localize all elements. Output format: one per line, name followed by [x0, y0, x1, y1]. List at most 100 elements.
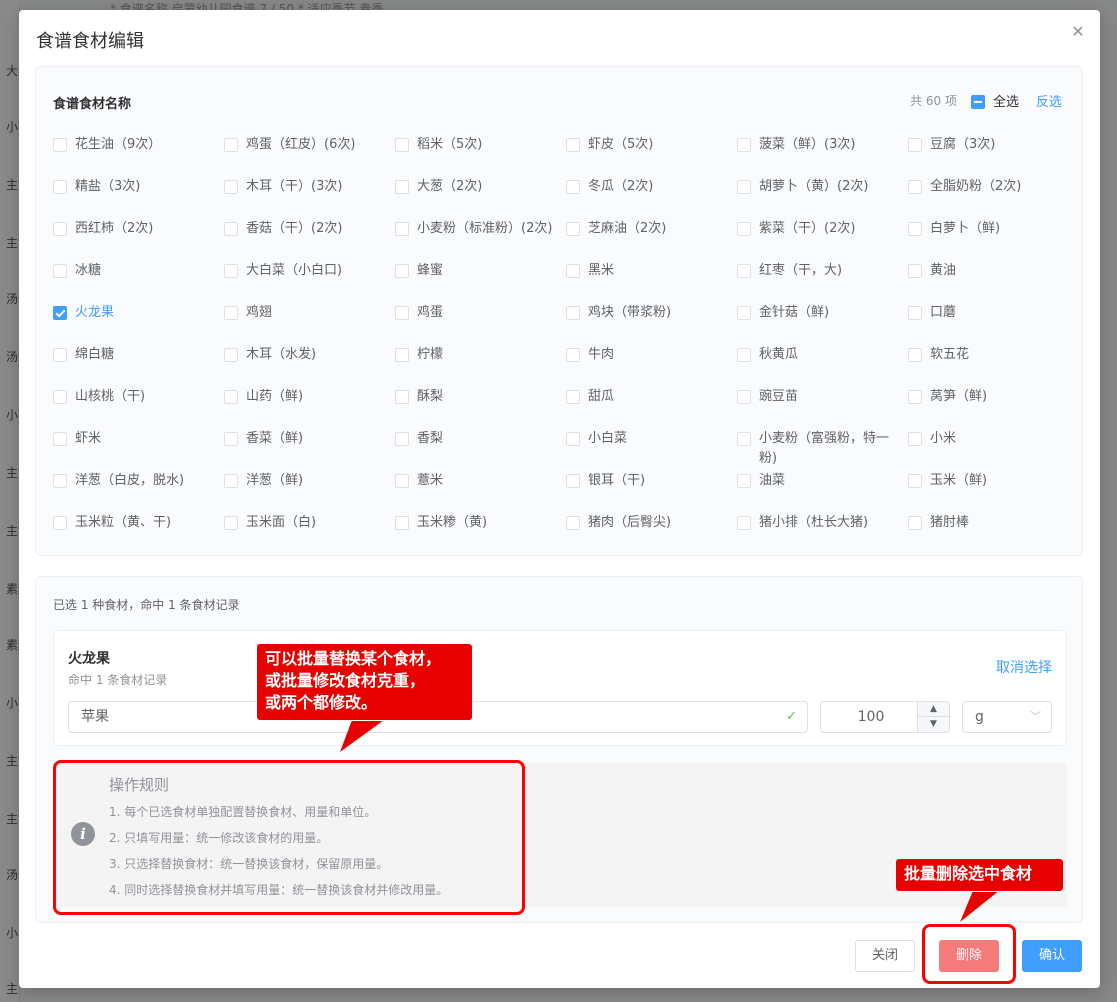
ingredient-checkbox-item[interactable]: 猪小排（杜长大猪)	[737, 513, 902, 533]
checkbox-icon[interactable]	[224, 390, 238, 404]
ingredient-checkbox-item[interactable]: 薏米	[395, 471, 560, 491]
ingredient-checkbox-item[interactable]: 口蘑	[908, 303, 1073, 323]
ingredient-checkbox-item[interactable]: 香菇（干）(2次)	[224, 219, 389, 239]
invert-selection-link[interactable]: 反选	[1036, 91, 1062, 110]
checkbox-icon[interactable]	[737, 180, 751, 194]
close-button[interactable]: 关闭	[855, 940, 915, 972]
checkbox-icon[interactable]	[566, 306, 580, 320]
checkbox-icon[interactable]	[908, 432, 922, 446]
ingredient-checkbox-item[interactable]: 黑米	[566, 261, 731, 281]
unit-select[interactable]: g ﹀	[962, 701, 1052, 733]
checkbox-icon[interactable]	[908, 138, 922, 152]
ingredient-checkbox-item[interactable]: 木耳（干）(3次)	[224, 177, 389, 197]
increase-icon[interactable]: ▲	[917, 702, 949, 717]
ingredient-checkbox-item[interactable]: 软五花	[908, 345, 1073, 365]
quantity-value[interactable]: 100	[821, 702, 921, 732]
checkbox-icon[interactable]	[395, 432, 409, 446]
ingredient-checkbox-item[interactable]: 小白菜	[566, 429, 731, 449]
checkbox-icon[interactable]	[224, 348, 238, 362]
checkbox-icon[interactable]	[224, 474, 238, 488]
ingredient-checkbox-item[interactable]: 白萝卜（鲜)	[908, 219, 1073, 239]
ingredient-checkbox-item[interactable]: 香梨	[395, 429, 560, 449]
checkbox-icon[interactable]	[53, 474, 67, 488]
ingredient-checkbox-item[interactable]: 银耳（干)	[566, 471, 731, 491]
ingredient-checkbox-item[interactable]: 柠檬	[395, 345, 560, 365]
checkbox-icon[interactable]	[908, 516, 922, 530]
ingredient-checkbox-item[interactable]: 木耳（水发)	[224, 345, 389, 365]
cancel-selection-link[interactable]: 取消选择	[996, 657, 1052, 677]
checkbox-icon[interactable]	[737, 432, 751, 446]
select-all-checkbox[interactable]: 全选	[970, 91, 1019, 110]
checkbox-icon[interactable]	[566, 222, 580, 236]
decrease-icon[interactable]: ▼	[917, 717, 949, 732]
checkbox-icon[interactable]	[566, 432, 580, 446]
quantity-stepper[interactable]: 100 ▲ ▼	[820, 701, 950, 733]
ingredient-checkbox-item[interactable]: 菠菜（鲜）(3次)	[737, 135, 902, 155]
checkbox-icon[interactable]	[395, 474, 409, 488]
ingredient-checkbox-item[interactable]: 玉米糁（黄)	[395, 513, 560, 533]
checkbox-icon[interactable]	[224, 306, 238, 320]
confirm-button[interactable]: 确认	[1022, 940, 1082, 972]
checkbox-icon[interactable]	[224, 264, 238, 278]
ingredient-checkbox-item[interactable]: 冰糖	[53, 261, 218, 281]
ingredient-checkbox-item[interactable]: 精盐（3次)	[53, 177, 218, 197]
checkbox-icon[interactable]	[737, 264, 751, 278]
checkbox-icon[interactable]	[395, 138, 409, 152]
checkbox-icon[interactable]	[53, 138, 67, 152]
checkbox-icon[interactable]	[908, 348, 922, 362]
checkbox-icon[interactable]	[908, 474, 922, 488]
ingredient-checkbox-item[interactable]: 猪肘棒	[908, 513, 1073, 533]
checkbox-icon[interactable]	[53, 390, 67, 404]
checkbox-icon[interactable]	[566, 348, 580, 362]
ingredient-checkbox-item[interactable]: 大白菜（小白口)	[224, 261, 389, 281]
ingredient-checkbox-item[interactable]: 黄油	[908, 261, 1073, 281]
checkbox-icon[interactable]	[53, 222, 67, 236]
ingredient-checkbox-item[interactable]: 芝麻油（2次)	[566, 219, 731, 239]
checkbox-icon[interactable]	[395, 222, 409, 236]
checkbox-icon[interactable]	[737, 348, 751, 362]
ingredient-checkbox-item[interactable]: 虾米	[53, 429, 218, 449]
ingredient-checkbox-item[interactable]: 山核桃（干)	[53, 387, 218, 407]
checkbox-icon[interactable]	[53, 264, 67, 278]
checkbox-icon[interactable]	[737, 138, 751, 152]
checkbox-icon[interactable]	[395, 348, 409, 362]
ingredient-checkbox-item[interactable]: 金针菇（鲜)	[737, 303, 902, 323]
checkbox-icon[interactable]	[908, 222, 922, 236]
ingredient-checkbox-item[interactable]: 小麦粉（富强粉，特一粉)	[737, 429, 902, 469]
ingredient-checkbox-item[interactable]: 大葱（2次)	[395, 177, 560, 197]
checkbox-icon[interactable]	[53, 348, 67, 362]
checkbox-icon[interactable]	[566, 390, 580, 404]
ingredient-checkbox-item[interactable]: 洋葱（白皮，脱水)	[53, 471, 218, 491]
ingredient-checkbox-item[interactable]: 豆腐（3次)	[908, 135, 1073, 155]
ingredient-checkbox-item[interactable]: 火龙果	[53, 303, 218, 323]
close-icon[interactable]: ✕	[1070, 24, 1086, 40]
ingredient-checkbox-item[interactable]: 洋葱（鲜)	[224, 471, 389, 491]
checkbox-icon[interactable]	[908, 306, 922, 320]
ingredient-checkbox-item[interactable]: 玉米（鲜)	[908, 471, 1073, 491]
ingredient-checkbox-item[interactable]: 小米	[908, 429, 1073, 449]
checked-checkbox-icon[interactable]	[53, 306, 67, 320]
ingredient-checkbox-item[interactable]: 冬瓜（2次)	[566, 177, 731, 197]
ingredient-checkbox-item[interactable]: 甜瓜	[566, 387, 731, 407]
checkbox-icon[interactable]	[395, 516, 409, 530]
ingredient-checkbox-item[interactable]: 红枣（干，大)	[737, 261, 902, 281]
checkbox-icon[interactable]	[53, 516, 67, 530]
ingredient-checkbox-item[interactable]: 山药（鲜)	[224, 387, 389, 407]
checkbox-icon[interactable]	[908, 180, 922, 194]
ingredient-checkbox-item[interactable]: 西红柿（2次)	[53, 219, 218, 239]
checkbox-icon[interactable]	[566, 138, 580, 152]
ingredient-checkbox-item[interactable]: 绵白糖	[53, 345, 218, 365]
ingredient-checkbox-item[interactable]: 虾皮（5次)	[566, 135, 731, 155]
ingredient-checkbox-item[interactable]: 油菜	[737, 471, 902, 491]
ingredient-checkbox-item[interactable]: 全脂奶粉（2次)	[908, 177, 1073, 197]
checkbox-icon[interactable]	[53, 180, 67, 194]
ingredient-checkbox-item[interactable]: 猪肉（后臀尖)	[566, 513, 731, 533]
ingredient-checkbox-item[interactable]: 鸡蛋（红皮）(6次)	[224, 135, 389, 155]
checkbox-icon[interactable]	[566, 474, 580, 488]
checkbox-icon[interactable]	[566, 516, 580, 530]
checkbox-icon[interactable]	[395, 180, 409, 194]
checkbox-icon[interactable]	[737, 222, 751, 236]
checkbox-icon[interactable]	[224, 432, 238, 446]
checkbox-icon[interactable]	[395, 264, 409, 278]
ingredient-checkbox-item[interactable]: 稻米（5次)	[395, 135, 560, 155]
